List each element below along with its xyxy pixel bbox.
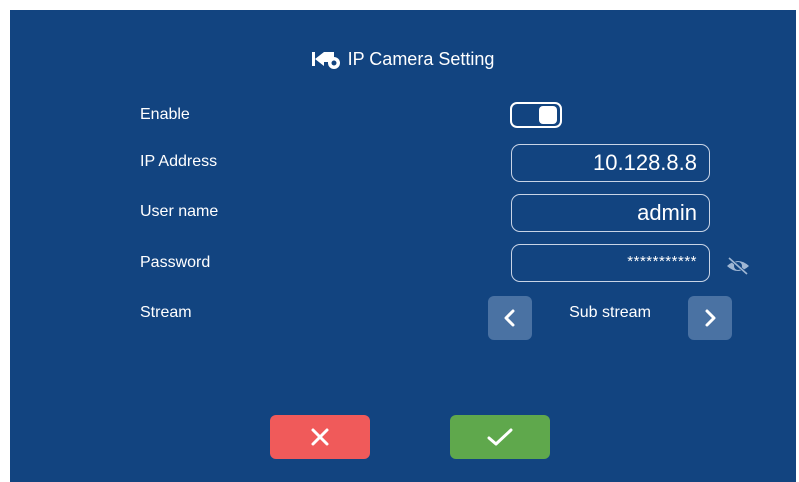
- cancel-button[interactable]: [270, 415, 370, 459]
- close-icon: [311, 428, 329, 446]
- page-title-bar: IP Camera Setting: [10, 48, 796, 70]
- check-icon: [487, 428, 513, 446]
- enable-label: Enable: [140, 106, 190, 123]
- eye-hidden-icon[interactable]: [725, 256, 751, 276]
- stream-next-button[interactable]: [688, 296, 732, 340]
- toggle-knob: [539, 106, 557, 124]
- ip-address-field[interactable]: 10.128.8.8: [511, 144, 710, 182]
- stream-prev-button[interactable]: [488, 296, 532, 340]
- user-name-field[interactable]: admin: [511, 194, 710, 232]
- password-value: ***********: [627, 253, 697, 270]
- password-field[interactable]: ***********: [511, 244, 710, 282]
- confirm-button[interactable]: [450, 415, 550, 459]
- page-title: IP Camera Setting: [347, 48, 495, 69]
- enable-toggle[interactable]: [510, 102, 562, 128]
- settings-panel: IP Camera Setting Enable IP Address 10.1…: [10, 10, 796, 482]
- camera-settings-icon: [311, 52, 340, 69]
- ip-address-label: IP Address: [140, 153, 218, 170]
- password-label: Password: [140, 254, 211, 271]
- user-name-value: admin: [637, 200, 697, 225]
- chevron-left-icon: [504, 309, 515, 327]
- chevron-right-icon: [705, 309, 716, 327]
- ip-address-value: 10.128.8.8: [593, 150, 697, 175]
- stream-value: Sub stream: [569, 304, 651, 321]
- stream-label: Stream: [140, 304, 192, 321]
- user-name-label: User name: [140, 203, 219, 220]
